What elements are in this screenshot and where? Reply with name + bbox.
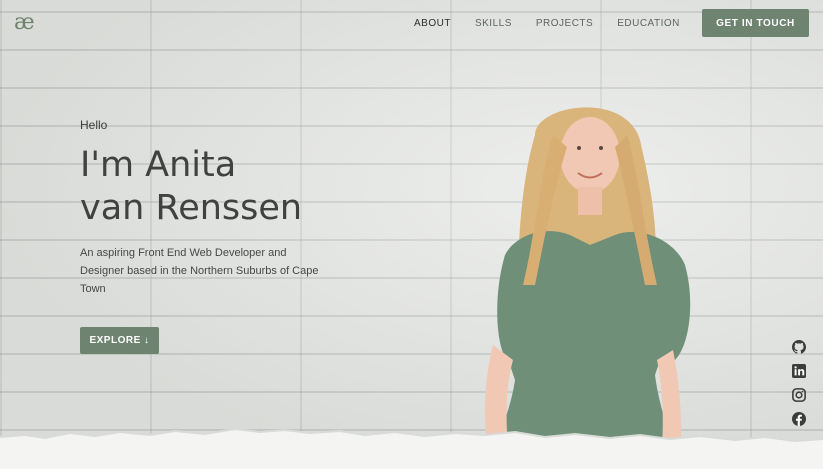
nav-projects[interactable]: PROJECTS (536, 18, 593, 29)
hero-section: Hello I'm Anita van Renssen An aspiring … (80, 118, 350, 298)
greeting: Hello (80, 118, 108, 132)
nav-skills[interactable]: SKILLS (475, 18, 512, 29)
logo[interactable]: æ (14, 12, 38, 34)
site-header: æ ABOUT SKILLS PROJECTS EDUCATION ME GET… (0, 0, 823, 46)
profile-photo (485, 107, 691, 469)
hero-name-line-2: van Renssen (80, 188, 303, 228)
hero-description: An aspiring Front End Web Developer and … (80, 247, 319, 295)
main-nav: ABOUT SKILLS PROJECTS EDUCATION ME (414, 18, 720, 29)
instagram-icon[interactable] (792, 388, 806, 402)
github-icon[interactable] (792, 340, 806, 354)
nav-education[interactable]: EDUCATION (617, 18, 680, 29)
linkedin-icon[interactable] (792, 364, 806, 378)
hero-name-line-1: I'm Anita (80, 145, 237, 185)
social-links (792, 340, 806, 426)
explore-button[interactable]: EXPLORE ↓ (80, 327, 159, 354)
nav-about[interactable]: ABOUT (414, 18, 451, 29)
get-in-touch-button[interactable]: GET IN TOUCH (702, 9, 809, 37)
torn-paper-edge (0, 427, 823, 469)
hero-name: I'm Anita van Renssen (80, 144, 350, 230)
